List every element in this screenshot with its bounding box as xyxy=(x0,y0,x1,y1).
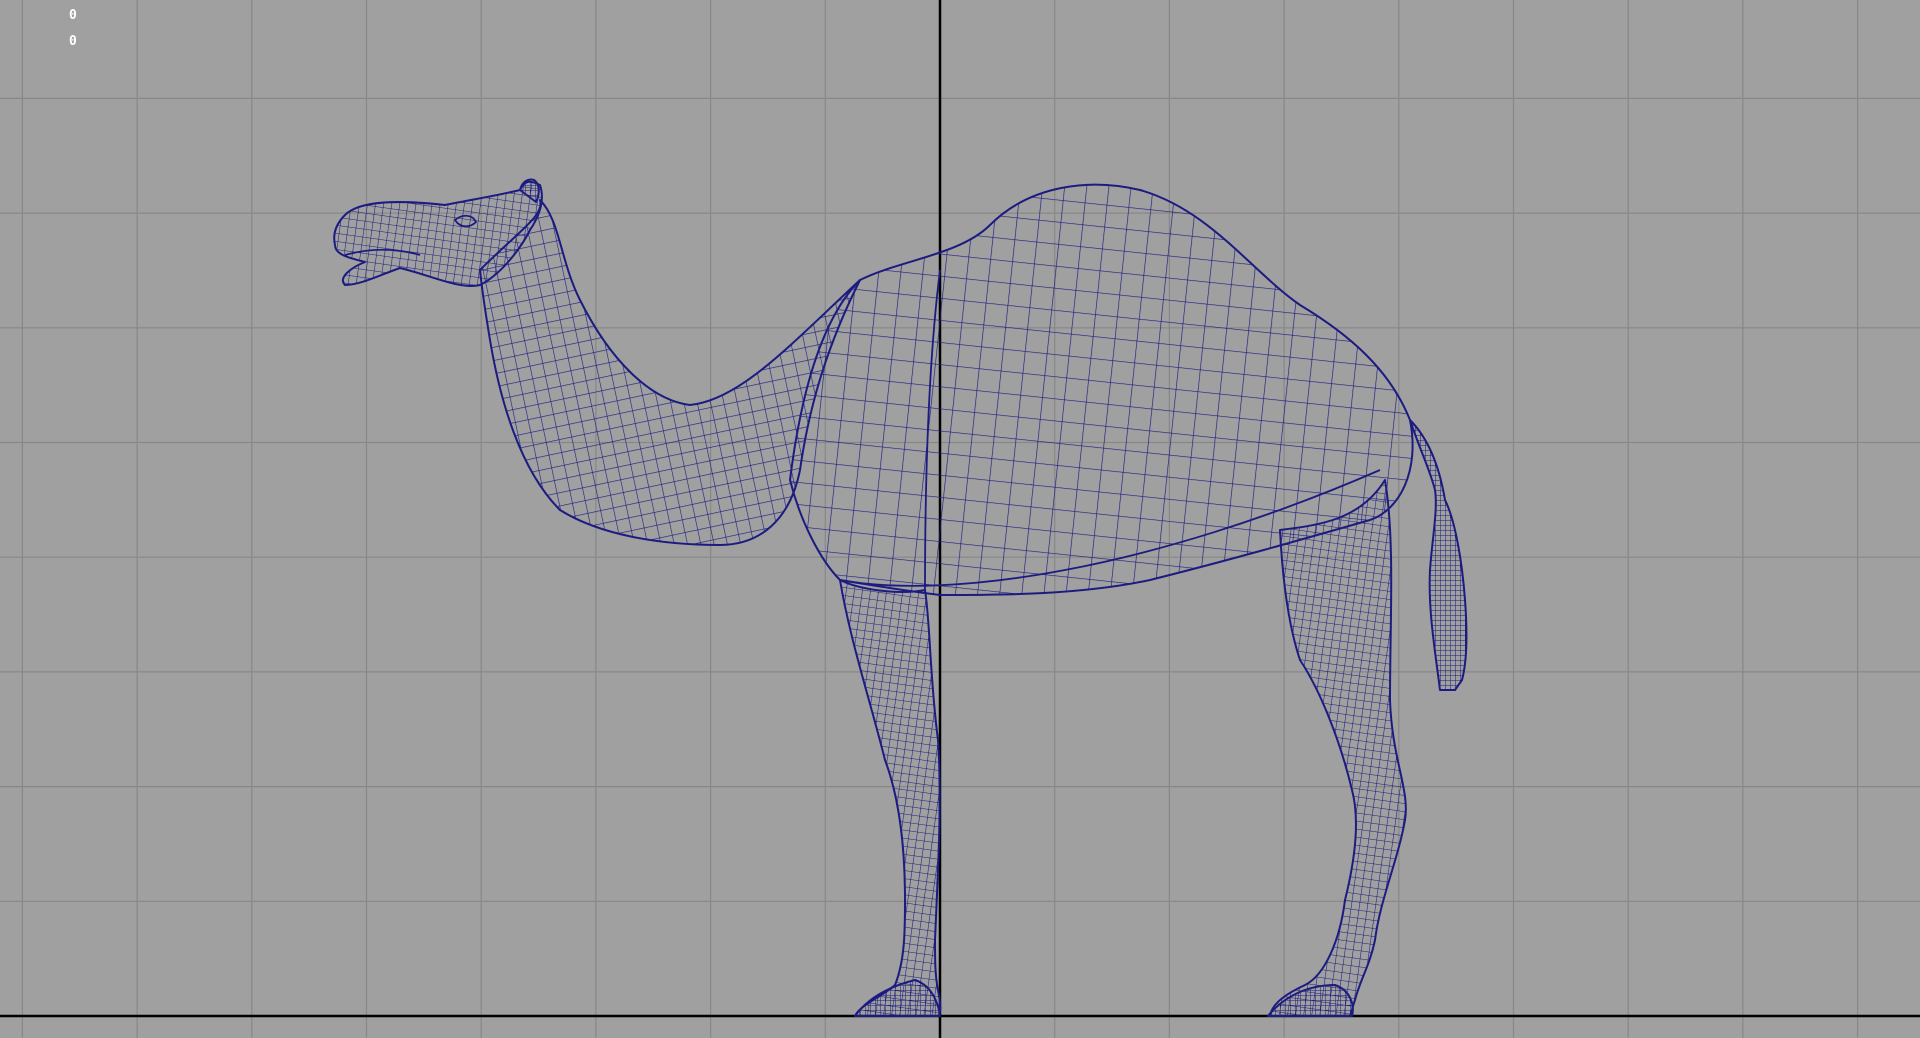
camel-wireframe-mesh[interactable] xyxy=(0,0,1920,1038)
camel-tail-mesh xyxy=(1409,419,1468,691)
camel-front-leg-mesh xyxy=(839,579,942,1017)
camel-hind-leg-mesh xyxy=(1269,479,1407,1017)
hud-readout-bottom: 0 xyxy=(69,34,77,49)
modeling-viewport[interactable]: 0 0 xyxy=(0,0,1920,1038)
hud-readout-top: 0 xyxy=(69,8,77,23)
